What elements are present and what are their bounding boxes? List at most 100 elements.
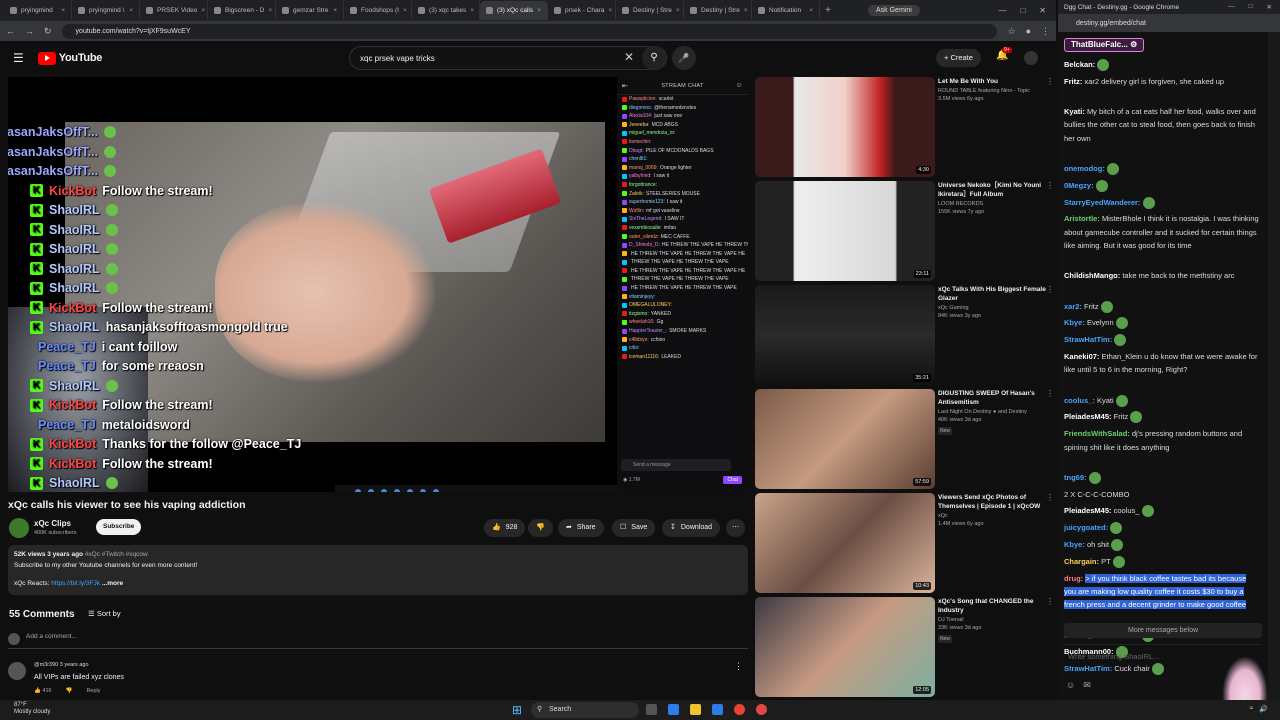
channel-avatar[interactable] [9, 518, 29, 538]
comment-like-button[interactable]: 👍 416 [34, 688, 52, 694]
tab-close-icon[interactable]: × [268, 7, 272, 14]
destiny-username[interactable]: onemodog: [1064, 164, 1105, 173]
add-comment-input[interactable]: Add a comment... [8, 633, 748, 649]
browser-tab[interactable]: Destiny | Stre × [684, 1, 752, 20]
file-explorer-icon[interactable] [690, 704, 701, 715]
forward-icon[interactable]: → [25, 26, 34, 36]
reload-icon[interactable]: ↻ [44, 26, 52, 37]
more-messages-below-button[interactable]: More messages below [1064, 623, 1262, 638]
tab-close-icon[interactable]: × [333, 7, 337, 14]
search-icon[interactable]: ⚲ [642, 46, 666, 70]
profile-icon[interactable]: ● [1026, 26, 1031, 36]
more-actions-button[interactable]: ⋯ [726, 519, 745, 537]
menu-dots-icon[interactable]: ⋮ [1041, 26, 1050, 37]
account-avatar[interactable] [1024, 51, 1038, 65]
search-input[interactable]: xqc prsek vape tricks ✕ [349, 46, 667, 70]
video-thumbnail[interactable]: 10:43 [755, 493, 935, 593]
show-more-link[interactable]: ...more [102, 580, 123, 587]
minimize-icon[interactable]: — [998, 6, 1006, 15]
tab-close-icon[interactable]: × [809, 7, 813, 14]
recommended-channel[interactable]: xQc [938, 513, 948, 519]
destiny-username[interactable]: xar2: [1064, 302, 1082, 311]
maximize-icon[interactable]: □ [1249, 3, 1253, 11]
tab-close-icon[interactable]: × [61, 7, 65, 14]
maximize-icon[interactable]: □ [1020, 6, 1025, 15]
recommended-channel[interactable]: LOOM RECORDS [938, 201, 983, 207]
share-button[interactable]: ➦ Share [558, 519, 604, 537]
browser-tab[interactable]: (3) xqc takes × [412, 1, 480, 20]
recommended-title[interactable]: DIGUSTING SWEEP Of Hasan's Antisemitism [938, 389, 1053, 407]
browser-tab[interactable]: PRSEK Video × [140, 1, 208, 20]
clear-search-icon[interactable]: ✕ [624, 50, 634, 64]
browser-tab[interactable]: Notification × [752, 1, 820, 20]
recommended-video[interactable]: 10:43 Viewers Send xQc Photos of Themselv… [755, 493, 1054, 593]
app-icon[interactable] [756, 704, 767, 715]
destiny-username[interactable]: ChildishMango: [1064, 271, 1120, 280]
recommended-title[interactable]: Universe Nekoko［Kimi No Youni Ikiretara］… [938, 181, 1053, 199]
destiny-username[interactable]: StrawHatTim: [1064, 335, 1112, 344]
tab-close-icon[interactable]: × [470, 7, 474, 14]
recommended-video[interactable]: 4:30 Let Me Be With You ROUND TABLE featur… [755, 77, 1054, 177]
destiny-username[interactable]: Kbye: [1064, 318, 1085, 327]
recommended-menu-icon[interactable]: ⋮ [1046, 493, 1054, 502]
address-bar[interactable]: youtube.com/watch?v=tjXF9suWcEY [61, 23, 998, 39]
recommended-video[interactable]: 23:11 Universe Nekoko［Kimi No Youni Ikire… [755, 181, 1054, 281]
whisper-icon[interactable]: ✉ [1083, 680, 1091, 691]
dislike-button[interactable]: 👎 [528, 519, 553, 537]
recommended-menu-icon[interactable]: ⋮ [1046, 389, 1054, 398]
video-description[interactable]: 52K views 3 years ago #xQc #Twitch #xqco… [8, 545, 748, 595]
comment-reply-button[interactable]: Reply [86, 688, 100, 694]
recommended-title[interactable]: Viewers Send xQc Photos of Themselves | … [938, 493, 1053, 511]
destiny-username[interactable]: drug: [1064, 574, 1083, 583]
recommended-video[interactable]: 35:21 xQc Talks With His Biggest Female G… [755, 285, 1054, 385]
new-tab-button[interactable]: + [820, 5, 836, 16]
destiny-username[interactable]: PleiadesM45: [1064, 506, 1112, 515]
tab-close-icon[interactable]: × [537, 7, 541, 14]
browser-tab[interactable]: prsek - Chara × [548, 1, 616, 20]
channel-name[interactable]: xQc Clips [34, 519, 71, 528]
video-thumbnail[interactable]: 57:59 [755, 389, 935, 489]
comment-menu-icon[interactable]: ⋮ [734, 661, 743, 672]
browser-tab[interactable]: (3) xQc calls × [480, 1, 548, 20]
browser-tab[interactable]: Bigscreen - D × [208, 1, 276, 20]
description-link[interactable]: https://bit.ly/3FJk [51, 580, 100, 587]
destiny-username[interactable]: Aristortle: [1064, 214, 1100, 223]
ask-gemini-button[interactable]: Ask Gemini [868, 5, 920, 16]
store-icon[interactable] [712, 704, 723, 715]
recommended-video[interactable]: 12:05 xQc's Song that CHANGED the Industr… [755, 597, 1054, 697]
close-window-icon[interactable]: ✕ [1039, 6, 1046, 15]
emote-icon[interactable]: ☺ [1066, 680, 1075, 691]
video-thumbnail[interactable]: 4:30 [755, 77, 935, 177]
microphone-icon[interactable]: 🎤 [672, 46, 696, 70]
like-button[interactable]: 👍 928 [484, 519, 526, 537]
recommended-menu-icon[interactable]: ⋮ [1046, 285, 1054, 294]
comment-dislike-icon[interactable]: 👎 [66, 688, 73, 694]
video-thumbnail[interactable]: 12:05 [755, 597, 935, 697]
taskbar-search[interactable]: ⚲ Search [531, 702, 639, 718]
tab-close-icon[interactable]: × [403, 7, 407, 14]
recommended-menu-icon[interactable]: ⋮ [1046, 181, 1054, 190]
wifi-icon[interactable]: ≈ [1249, 705, 1253, 713]
tab-close-icon[interactable]: × [744, 7, 748, 14]
destiny-username[interactable]: Belckan: [1064, 60, 1095, 69]
destiny-scrollbar[interactable] [1268, 32, 1280, 720]
recommended-channel[interactable]: xQc Gaming [938, 305, 969, 311]
recommended-channel[interactable]: Last Night On Destiny ● and Destiny [938, 409, 1027, 415]
destiny-username[interactable]: juicygoated: [1064, 523, 1108, 532]
commenter-avatar[interactable] [8, 662, 26, 680]
destiny-username[interactable]: Kaneki07: [1064, 352, 1099, 361]
volume-icon[interactable]: 🔊 [1259, 705, 1268, 713]
close-window-icon[interactable]: ✕ [1267, 3, 1272, 11]
download-button[interactable]: ↧ Download [662, 519, 721, 537]
minimize-icon[interactable]: — [1228, 3, 1235, 11]
tab-close-icon[interactable]: × [201, 7, 205, 14]
destiny-username[interactable]: tng69: [1064, 473, 1087, 482]
youtube-logo[interactable]: YouTube [37, 51, 102, 65]
recommended-title[interactable]: Let Me Be With You [938, 77, 1053, 86]
chrome-icon[interactable] [734, 704, 745, 715]
bookmark-star-icon[interactable]: ☆ [1007, 26, 1015, 37]
video-player[interactable]: HasanJaksOffT... HasanJaksOffT... HasanJak… [8, 77, 617, 492]
destiny-username[interactable]: Chargain: [1064, 557, 1099, 566]
browser-tab[interactable]: gemzar Stre × [276, 1, 344, 20]
tab-close-icon[interactable]: × [129, 7, 133, 14]
